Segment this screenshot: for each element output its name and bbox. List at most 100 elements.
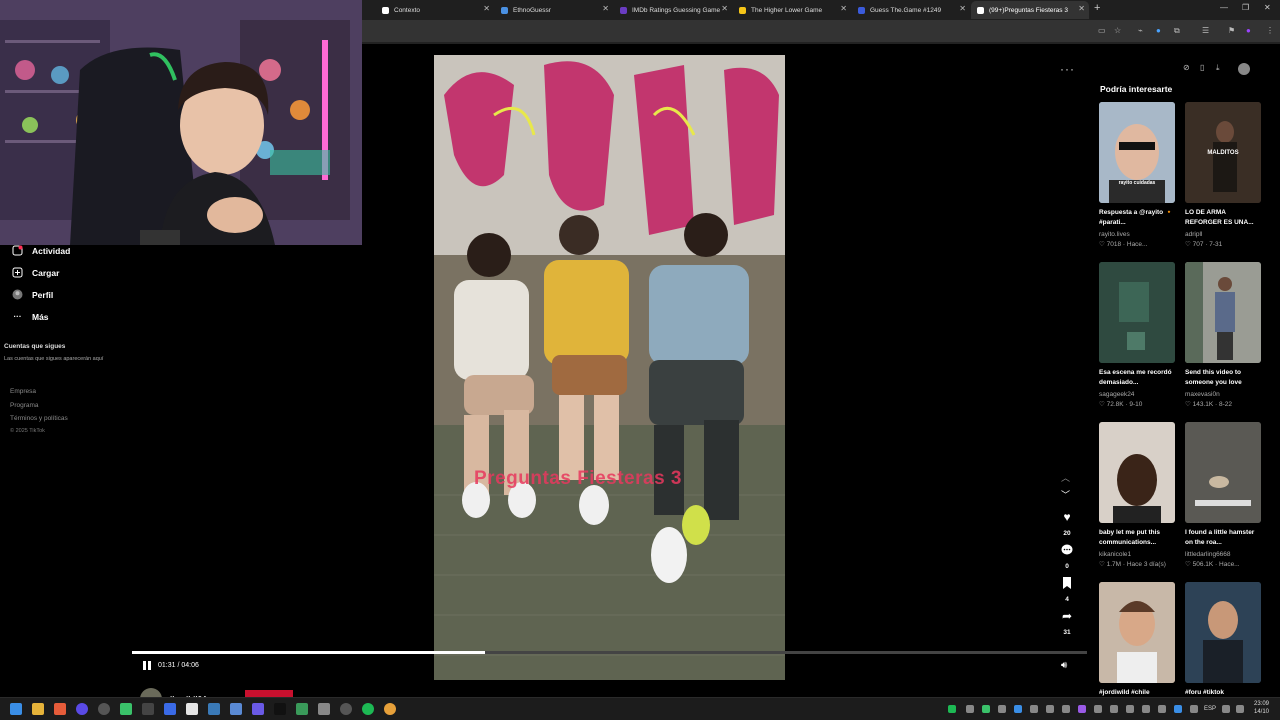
steam-icon[interactable] [208,703,220,715]
bookmark-star-icon[interactable]: ☆ [1114,26,1121,35]
recommendation-thumbnail[interactable] [1185,422,1261,523]
tray-app-icon[interactable] [1110,705,1118,713]
user-avatar-icon[interactable] [1238,63,1250,75]
video-progress-bar[interactable] [132,651,1087,654]
keyboard-language[interactable]: ESP [1204,706,1216,713]
chrome-icon[interactable] [384,703,396,715]
download-icon[interactable]: ⤓ [1216,63,1220,73]
like-heart-icon[interactable]: ♥ [1060,510,1074,524]
tray-app-icon[interactable] [1014,705,1022,713]
clock-time[interactable]: 23:09 [1254,701,1269,708]
footer-link-empresa[interactable]: Empresa [10,388,36,395]
windows-start-icon[interactable] [10,703,22,715]
close-window-button[interactable]: ✕ [1264,3,1271,12]
tray-app-icon[interactable] [966,705,974,713]
mobile-icon[interactable]: ▯ [1200,63,1204,72]
volume-tray-icon[interactable] [1236,705,1244,713]
app-v-icon[interactable] [76,703,88,715]
recommendation-card[interactable]: #foru #tiktok [1185,582,1261,708]
wifi-icon[interactable] [1222,705,1230,713]
recommendation-card[interactable]: MALDITOS LO DE ARMA REFORGER ES UNA... a… [1185,102,1261,248]
sidebar-item-perfil[interactable]: Perfil [12,289,53,300]
sidebar-item-mas[interactable]: ··· Más [12,311,49,322]
recommendation-card[interactable]: baby let me put this communications... k… [1099,422,1175,568]
recommendation-thumbnail[interactable] [1099,422,1175,523]
clock-date[interactable]: 14/10 [1254,709,1269,716]
tab-imdb-ratings[interactable]: IMDb Ratings Guessing Game ✕ [614,1,732,19]
tab-preguntas-fiesteras[interactable]: (99+)Preguntas Fiesteras 3 ✕ [971,1,1089,19]
pause-icon[interactable] [143,661,153,671]
settings-icon[interactable]: ⊘ [1183,63,1190,72]
close-icon[interactable]: ✕ [602,4,609,13]
close-icon[interactable]: ✕ [721,4,728,13]
sidebar-item-actividad[interactable]: Actividad [12,245,70,256]
recommendation-card[interactable]: I found a little hamster on the roa... l… [1185,422,1261,568]
app-obs-icon[interactable] [142,703,154,715]
tray-app-icon[interactable] [1094,705,1102,713]
bookmark-icon[interactable] [1060,576,1074,590]
tab-higher-lower[interactable]: The Higher Lower Game ✕ [733,1,851,19]
recommendation-thumbnail[interactable]: rayito cuidadas [1099,102,1175,203]
extensions-puzzle-icon[interactable]: ⧉ [1174,26,1180,36]
tray-app-icon[interactable] [1046,705,1054,713]
share-arrow-icon[interactable]: ➦ [1060,609,1074,623]
recommendation-card[interactable]: Send this video to someone you love maxe… [1185,262,1261,408]
tray-app-icon[interactable] [1030,705,1038,713]
close-icon[interactable]: ✕ [959,4,966,13]
tray-app-icon[interactable] [982,705,990,713]
search-icon[interactable] [54,703,66,715]
volume-icon[interactable]: 🔊︎ [1061,660,1067,671]
tray-app-icon[interactable] [1158,705,1166,713]
app-grid-icon[interactable] [296,703,308,715]
profile-avatar-icon[interactable]: ● [1246,26,1251,35]
app-circle-icon[interactable] [340,703,352,715]
new-tab-button[interactable]: + [1094,2,1100,14]
sidebar-item-cargar[interactable]: Cargar [12,267,59,278]
recommendation-thumbnail[interactable] [1185,262,1261,363]
tray-app-icon[interactable] [1078,705,1086,713]
extension-icon[interactable]: ⌁ [1138,26,1143,35]
spotify-icon[interactable] [362,703,374,715]
install-app-icon[interactable]: ▭ [1098,26,1106,35]
tray-app-icon[interactable] [1174,705,1182,713]
app-gray-icon[interactable] [318,703,330,715]
app-blue-icon[interactable] [164,703,176,715]
recommendation-card[interactable]: Esa escena me recordó demasiado... sagag… [1099,262,1175,408]
tray-spotify-icon[interactable] [948,705,956,713]
minimize-button[interactable]: — [1220,3,1228,12]
recommendation-thumbnail[interactable] [1185,582,1261,683]
recommendation-thumbnail[interactable]: MALDITOS [1185,102,1261,203]
footer-link-terminos[interactable]: Términos y políticas [10,415,68,422]
recommendation-thumbnail[interactable] [1099,262,1175,363]
recommendation-thumbnail[interactable] [1099,582,1175,683]
recommendation-card[interactable]: #jordiwild #chile [1099,582,1175,708]
tab-ethnoguessr[interactable]: EthnoGuessr ✕ [495,1,613,19]
tray-app-icon[interactable] [1126,705,1134,713]
discord-icon[interactable] [252,703,264,715]
previous-video-chevron-icon[interactable]: ︿ [1061,471,1070,484]
browser-menu-icon[interactable]: ⋮ [1266,26,1274,35]
tab-guess-the-game[interactable]: Guess The.Game #1249 ✕ [852,1,970,19]
tiktok-icon[interactable] [274,703,286,715]
video-player[interactable]: Preguntas Fiesteras 3 [434,55,785,680]
comment-icon[interactable] [1060,543,1074,557]
app-rk-icon[interactable] [98,703,110,715]
tray-app-icon[interactable] [998,705,1006,713]
more-options-button[interactable]: ··· [1060,62,1075,76]
extension-blue-icon[interactable]: ● [1156,26,1161,35]
file-explorer-icon[interactable] [32,703,44,715]
profile-switch-icon[interactable]: ⚑ [1228,26,1235,35]
app-green-icon[interactable] [120,703,132,715]
footer-link-programa[interactable]: Programa [10,402,39,409]
tray-app-icon[interactable] [1062,705,1070,713]
close-icon[interactable]: ✕ [840,4,847,13]
next-video-chevron-icon[interactable]: ﹀ [1061,488,1070,501]
app-white-icon[interactable] [186,703,198,715]
maximize-button[interactable]: ❐ [1242,3,1249,12]
reading-list-icon[interactable]: ☰ [1202,26,1209,35]
tray-app-icon[interactable] [1142,705,1150,713]
close-icon[interactable]: ✕ [483,4,490,13]
tray-app-icon[interactable] [1190,705,1198,713]
recommendation-card[interactable]: rayito cuidadas Respuesta a @rayito 🔸 #p… [1099,102,1175,248]
close-icon[interactable]: ✕ [1078,4,1085,13]
